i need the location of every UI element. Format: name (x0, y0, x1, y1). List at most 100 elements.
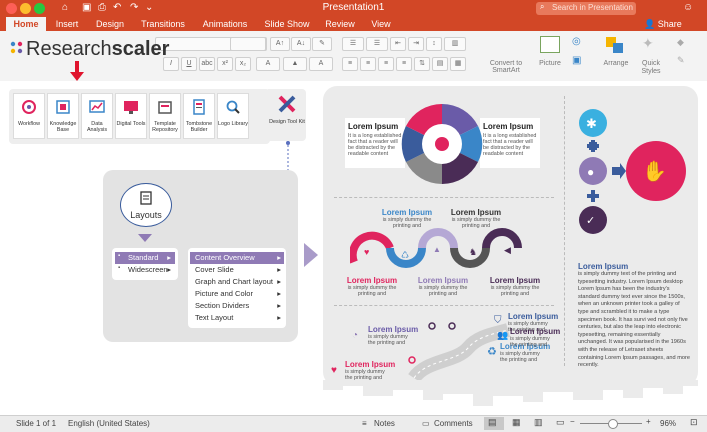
chevron-right-icon: ▸ (277, 277, 281, 286)
increase-indent-icon[interactable]: ⇥ (408, 37, 424, 51)
arrange-icon[interactable] (606, 37, 624, 53)
menu-item-standard[interactable]: Standard ▸ (115, 252, 175, 264)
picture-button[interactable]: Picture (532, 60, 568, 67)
submenu-item-content-overview[interactable]: Content Overview ▸ (190, 252, 284, 264)
search-input[interactable]: ⌕ Search in Presentation (536, 2, 636, 15)
tab-review[interactable]: Review (321, 17, 359, 31)
submenu-item-graph-chart[interactable]: Graph and Chart layout ▸ (190, 276, 284, 288)
tool-label: Logo Library (218, 121, 248, 127)
shapes-icon[interactable]: ◎ (572, 36, 581, 47)
picture-icon[interactable] (540, 36, 560, 53)
tool-label: Workflow (17, 121, 41, 127)
lorem-text: It is a long established fact that a rea… (483, 133, 537, 157)
slide-counter: Slide 1 of 1 (16, 419, 57, 428)
tool-logo-library[interactable]: Logo Library (217, 93, 249, 139)
template-icon (158, 101, 172, 114)
line-spacing-icon[interactable]: ↕ (426, 37, 442, 51)
superscript-icon[interactable]: x² (217, 57, 233, 71)
submenu-label: Content Overview (195, 253, 255, 262)
tool-knowledge-base[interactable]: Knowledge Base (47, 93, 79, 139)
tab-animations[interactable]: Animations (198, 17, 252, 31)
align-left-icon[interactable]: ≡ (342, 57, 358, 71)
tool-data-analysis[interactable]: Data Analysis (81, 93, 113, 139)
decrease-indent-icon[interactable]: ⇤ (390, 37, 406, 51)
tool-tombstone-builder[interactable]: Tombstone Builder (183, 93, 215, 139)
lorem-text: is simply dummy the printing and (490, 285, 540, 297)
tool-digital-tools[interactable]: Digital Tools (115, 93, 147, 139)
researchscaler-logo-icon (10, 41, 23, 55)
strikethrough-icon[interactable]: abc (199, 57, 215, 71)
quick-styles-button[interactable]: Quick Styles (634, 60, 668, 76)
layouts-label: Layouts (130, 210, 162, 220)
svg-text:◀: ◀ (504, 245, 511, 255)
submenu-item-section-dividers[interactable]: Section Dividers ▸ (190, 300, 284, 312)
share-button[interactable]: 👤 Share (644, 17, 682, 31)
bullets-icon[interactable]: ☰ (342, 37, 364, 51)
reading-view-icon[interactable]: ▥ (534, 417, 543, 428)
underline-icon[interactable]: U (181, 57, 197, 71)
justify-icon[interactable]: ≡ (396, 57, 412, 71)
vertical-align-icon[interactable]: ▦ (450, 57, 466, 71)
tool-design-tool-kit[interactable]: Design Tool Kit (268, 89, 306, 141)
text-direction-icon[interactable]: ⇅ (414, 57, 430, 71)
font-size-dropdown[interactable] (230, 37, 266, 51)
road-item-5: Lorem Ipsum is simply dummy the printing… (510, 327, 560, 348)
tab-transitions[interactable]: Transitions (136, 17, 190, 31)
submenu-item-text-layout[interactable]: Text Layout ▸ (190, 312, 284, 324)
svg-text:●: ● (587, 165, 594, 179)
tool-template-repository[interactable]: Template Repository (149, 93, 181, 139)
columns-icon[interactable]: ▥ (444, 37, 466, 51)
slide-show-icon[interactable]: ▭ (556, 417, 565, 428)
chevron-right-icon: ▸ (167, 265, 171, 274)
submenu-item-picture-color[interactable]: Picture and Color ▸ (190, 288, 284, 300)
highlight-icon[interactable]: ▲ (283, 57, 307, 71)
circle-text-left-box: Lorem Ipsum It is a long established fac… (345, 118, 405, 168)
arrange-button[interactable]: Arrange (598, 60, 634, 67)
increase-font-icon[interactable]: A↑ (270, 37, 290, 51)
tombstone-icon (193, 99, 205, 115)
shape-fill-icon[interactable]: ◆ (677, 37, 684, 48)
tab-insert[interactable]: Insert (50, 17, 84, 31)
tab-slide-show[interactable]: Slide Show (260, 17, 314, 31)
submenu-label: Picture and Color (195, 289, 253, 298)
menu-item-label: Standard (128, 253, 159, 262)
menu-item-widescreen[interactable]: Widescreen ▸ (115, 264, 175, 276)
tab-view[interactable]: View (366, 17, 396, 31)
notes-button[interactable]: Notes (374, 419, 395, 428)
design-tools-icon (278, 95, 296, 113)
tab-home[interactable]: Home (6, 17, 46, 31)
zoom-slider-thumb[interactable] (608, 419, 618, 429)
fit-slide-icon[interactable]: ⊡ (690, 417, 698, 428)
shape-outline-icon[interactable]: ✎ (677, 55, 685, 66)
submenu-item-cover-slide[interactable]: Cover Slide ▸ (190, 264, 284, 276)
zoom-out-icon[interactable]: − (570, 417, 575, 426)
language-status[interactable]: English (United States) (68, 419, 150, 428)
zoom-in-icon[interactable]: + (646, 417, 651, 426)
layouts-circle[interactable]: Layouts (120, 183, 172, 227)
quick-styles-icon[interactable]: ✦ (642, 35, 654, 52)
font-color-icon[interactable]: A (309, 57, 333, 71)
slide-sorter-icon[interactable]: ▦ (512, 417, 521, 428)
align-center-icon[interactable]: ≡ (360, 57, 376, 71)
road-item-1: Lorem Ipsum is simply dummy the printing… (368, 325, 418, 346)
zoom-level[interactable]: 96% (660, 419, 676, 428)
tool-workflow[interactable]: Workflow (13, 93, 45, 139)
tab-design[interactable]: Design (90, 17, 130, 31)
chevron-right-icon: ▸ (167, 253, 171, 262)
ribbon-tab-bar: Home Insert Design Transitions Animation… (0, 17, 707, 31)
align-right-icon[interactable]: ≡ (378, 57, 394, 71)
text-box-icon[interactable]: ▣ (572, 55, 581, 66)
red-arrow-down-icon (70, 61, 84, 81)
text-effects-icon[interactable]: A (256, 57, 280, 71)
smiley-feedback-icon[interactable]: ☺ (683, 2, 693, 13)
subscript-icon[interactable]: x₂ (235, 57, 251, 71)
align-text-icon[interactable]: ▤ (432, 57, 448, 71)
svg-text:♞: ♞ (469, 247, 477, 257)
clear-format-icon[interactable]: ✎ (312, 37, 332, 51)
add-person-icon: 👤 (644, 19, 656, 29)
lorem-text: is simply dummy the printing and (418, 285, 468, 297)
comments-button[interactable]: Comments (434, 419, 473, 428)
numbering-icon[interactable]: ☰ (366, 37, 388, 51)
convert-to-smartart-button[interactable]: Convert to SmartArt (482, 60, 530, 74)
decrease-font-icon[interactable]: A↓ (291, 37, 311, 51)
